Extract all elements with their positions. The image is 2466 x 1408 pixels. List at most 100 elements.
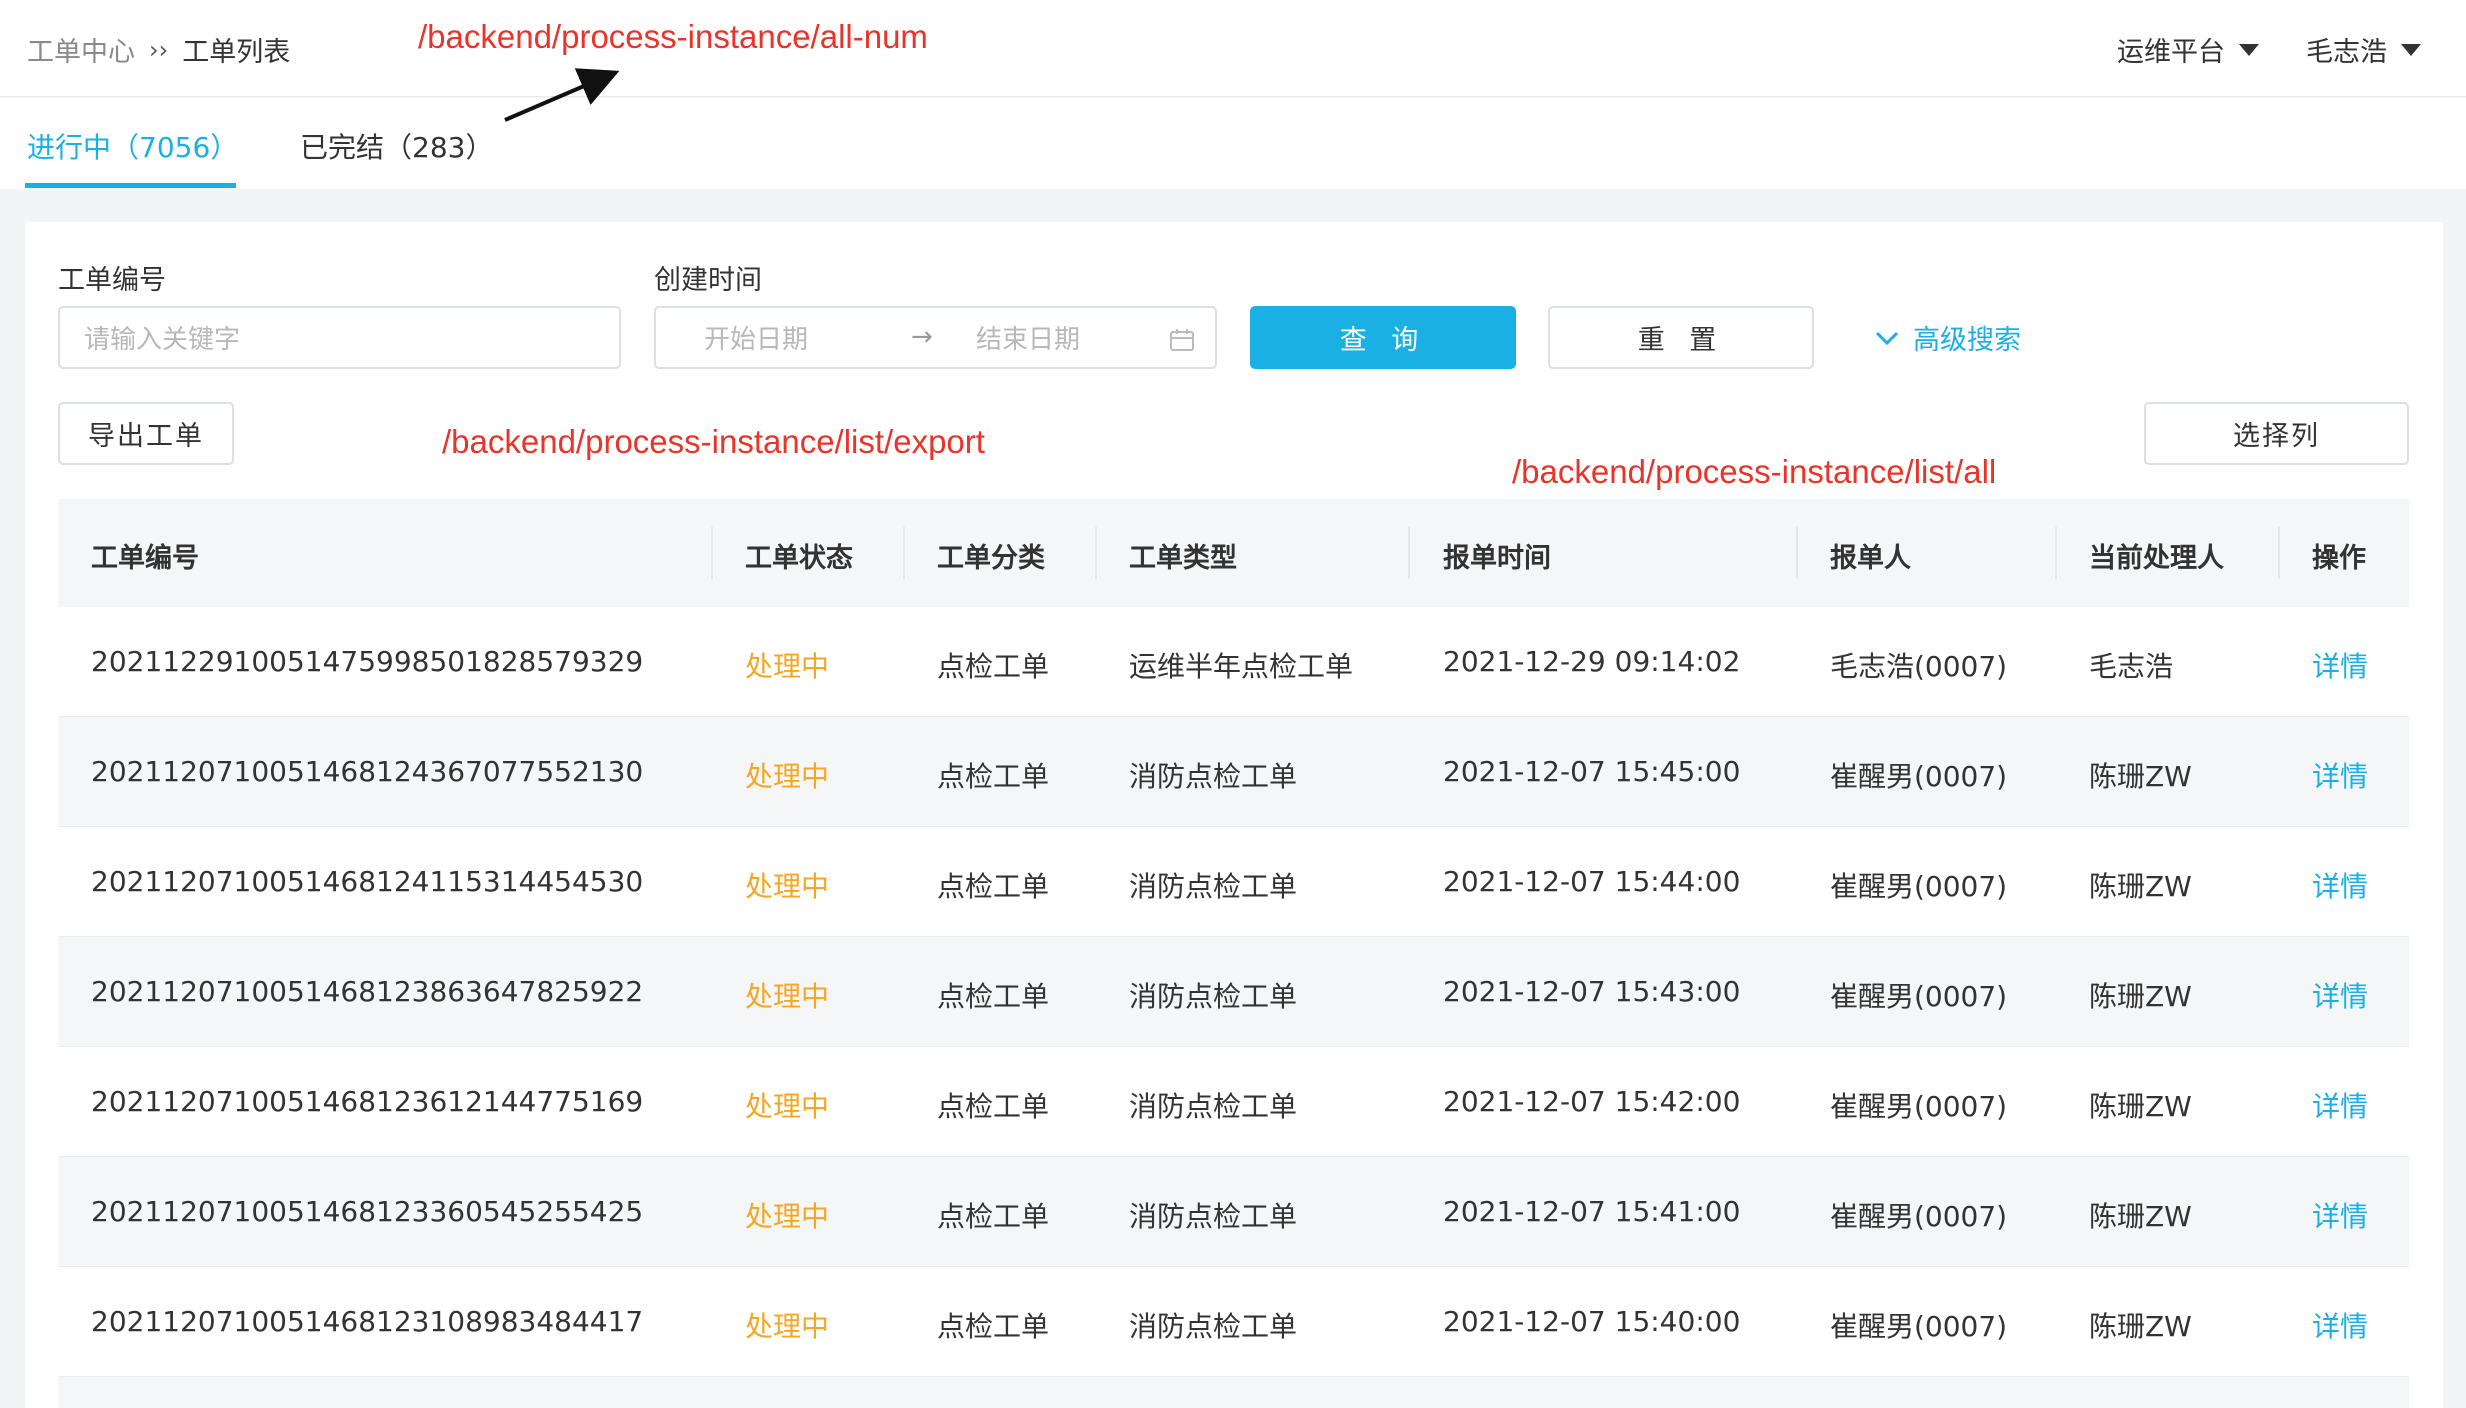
advanced-search-toggle[interactable]: 高级搜索 [1875,318,2021,357]
table-row-partial [58,1377,2409,1408]
cell-category: 点检工单 [937,1090,1050,1123]
cell-assignee: 陈珊ZW [2089,1090,2192,1123]
cell-order-no: 2021120710051468123360545255425 [91,1195,644,1228]
cell-category: 点检工单 [937,650,1050,683]
column-header-actions: 操作 [2312,543,2366,574]
cell-status: 处理中 [745,650,830,683]
cell-category: 点检工单 [937,760,1050,793]
cell-reporter: 毛志浩(0007) [1830,650,2008,683]
cell-reporter: 崔醒男(0007) [1830,1200,2008,1233]
cell-status: 处理中 [745,1200,830,1233]
calendar-icon [1170,329,1194,351]
created-time-label: 创建时间 [654,265,762,296]
cell-type: 运维半年点检工单 [1129,650,1354,683]
cell-order-no: 2021122910051475998501828579329 [91,645,644,678]
cell-order-no: 2021120710051468124367077552130 [91,755,644,788]
column-header-category: 工单分类 [937,543,1045,574]
cell-report-time: 2021-12-29 09:14:02 [1443,645,1741,678]
cell-report-time: 2021-12-07 15:45:00 [1443,755,1741,788]
cell-category: 点检工单 [937,980,1050,1013]
table-row: 2021120710051468123108983484417 处理中 点检工单… [58,1267,2409,1377]
cell-type: 消防点检工单 [1129,1310,1298,1343]
column-divider [903,527,905,579]
cell-status: 处理中 [745,980,830,1013]
detail-link[interactable]: 详情 [2312,1305,2368,1345]
cell-reporter: 崔醒男(0007) [1830,760,2008,793]
annotation-list-all: /backend/process-instance/list/all [1512,453,1997,490]
cell-reporter: 崔醒男(0007) [1830,1090,2008,1123]
table-row: 2021120710051468124115314454530 处理中 点检工单… [58,827,2409,937]
table-row: 2021122910051475998501828579329 处理中 点检工单… [58,607,2409,717]
detail-link[interactable]: 详情 [2312,1085,2368,1125]
platform-label: 运维平台 [2117,37,2225,68]
column-header-assignee: 当前处理人 [2089,543,2224,574]
detail-link[interactable]: 详情 [2312,975,2368,1015]
user-menu[interactable]: 毛志浩 [2306,30,2421,69]
column-divider [1408,527,1410,579]
cell-type: 消防点检工单 [1129,1090,1298,1123]
top-bar: 工单中心 ›› 工单列表 运维平台 毛志浩 [0,0,2466,97]
cell-category: 点检工单 [937,1200,1050,1233]
cell-assignee: 陈珊ZW [2089,1310,2192,1343]
column-header-type: 工单类型 [1129,543,1237,574]
table-header: 工单编号 工单状态 工单分类 工单类型 报单时间 报单人 当前处理人 操作 [58,499,2409,607]
date-range-picker[interactable]: 开始日期 → 结束日期 [654,306,1217,369]
select-columns-button[interactable]: 选择列 [2144,402,2409,465]
cell-report-time: 2021-12-07 15:44:00 [1443,865,1741,898]
column-divider [1796,527,1798,579]
cell-type: 消防点检工单 [1129,870,1298,903]
column-divider [711,527,713,579]
cell-status: 处理中 [745,760,830,793]
cell-reporter: 崔醒男(0007) [1830,980,2008,1013]
table-row: 2021120710051468123863647825922 处理中 点检工单… [58,937,2409,1047]
cell-type: 消防点检工单 [1129,1200,1298,1233]
cell-assignee: 陈珊ZW [2089,1200,2192,1233]
cell-order-no: 2021120710051468123108983484417 [91,1305,644,1338]
breadcrumb-current: 工单列表 [182,37,291,68]
tab-bar: 进行中（7056） 已完结（283） [0,98,2466,189]
column-divider [2278,527,2280,579]
breadcrumb-home[interactable]: 工单中心 [27,30,135,69]
cell-report-time: 2021-12-07 15:42:00 [1443,1085,1741,1118]
cell-reporter: 崔醒男(0007) [1830,1310,2008,1343]
cell-type: 消防点检工单 [1129,760,1298,793]
cell-type: 消防点检工单 [1129,980,1298,1013]
tab-in-progress[interactable]: 进行中（7056） [27,126,238,166]
order-no-placeholder: 请输入关键字 [84,325,241,355]
cell-order-no: 2021120710051468123612144775169 [91,1085,644,1118]
cell-report-time: 2021-12-07 15:41:00 [1443,1195,1741,1228]
reset-button[interactable]: 重 置 [1548,306,1814,369]
breadcrumb-separator: ›› [149,35,169,64]
range-separator: → [911,322,933,352]
detail-link[interactable]: 详情 [2312,1195,2368,1235]
cell-status: 处理中 [745,1090,830,1123]
detail-link[interactable]: 详情 [2312,645,2368,685]
column-header-order-no: 工单编号 [91,543,199,574]
tab-completed[interactable]: 已完结（283） [300,126,493,166]
detail-link[interactable]: 详情 [2312,755,2368,795]
start-date-input[interactable]: 开始日期 [680,319,808,356]
chevron-down-icon [2401,43,2421,56]
table-row: 2021120710051468123360545255425 处理中 点检工单… [58,1157,2409,1267]
cell-assignee: 陈珊ZW [2089,980,2192,1013]
table-row: 2021120710051468123612144775169 处理中 点检工单… [58,1047,2409,1157]
detail-link[interactable]: 详情 [2312,865,2368,905]
platform-menu[interactable]: 运维平台 [2117,30,2259,69]
cell-reporter: 崔醒男(0007) [1830,870,2008,903]
cell-assignee: 毛志浩 [2089,650,2174,683]
export-button[interactable]: 导出工单 [58,402,234,465]
table-row: 2021120710051468124367077552130 处理中 点检工单… [58,717,2409,827]
breadcrumb: 工单中心 ›› 工单列表 [27,30,290,69]
cell-order-no: 2021120710051468123863647825922 [91,975,644,1008]
cell-report-time: 2021-12-07 15:43:00 [1443,975,1741,1008]
cell-status: 处理中 [745,1310,830,1343]
annotation-export: /backend/process-instance/list/export [442,423,985,460]
order-no-input[interactable]: 请输入关键字 [58,306,621,369]
query-button[interactable]: 查 询 [1250,306,1516,369]
chevron-down-icon [2239,43,2259,56]
column-header-reporter: 报单人 [1830,543,1911,574]
order-no-label: 工单编号 [58,265,166,296]
cell-assignee: 陈珊ZW [2089,870,2192,903]
column-header-status: 工单状态 [745,543,853,574]
end-date-input[interactable]: 结束日期 [952,319,1080,356]
